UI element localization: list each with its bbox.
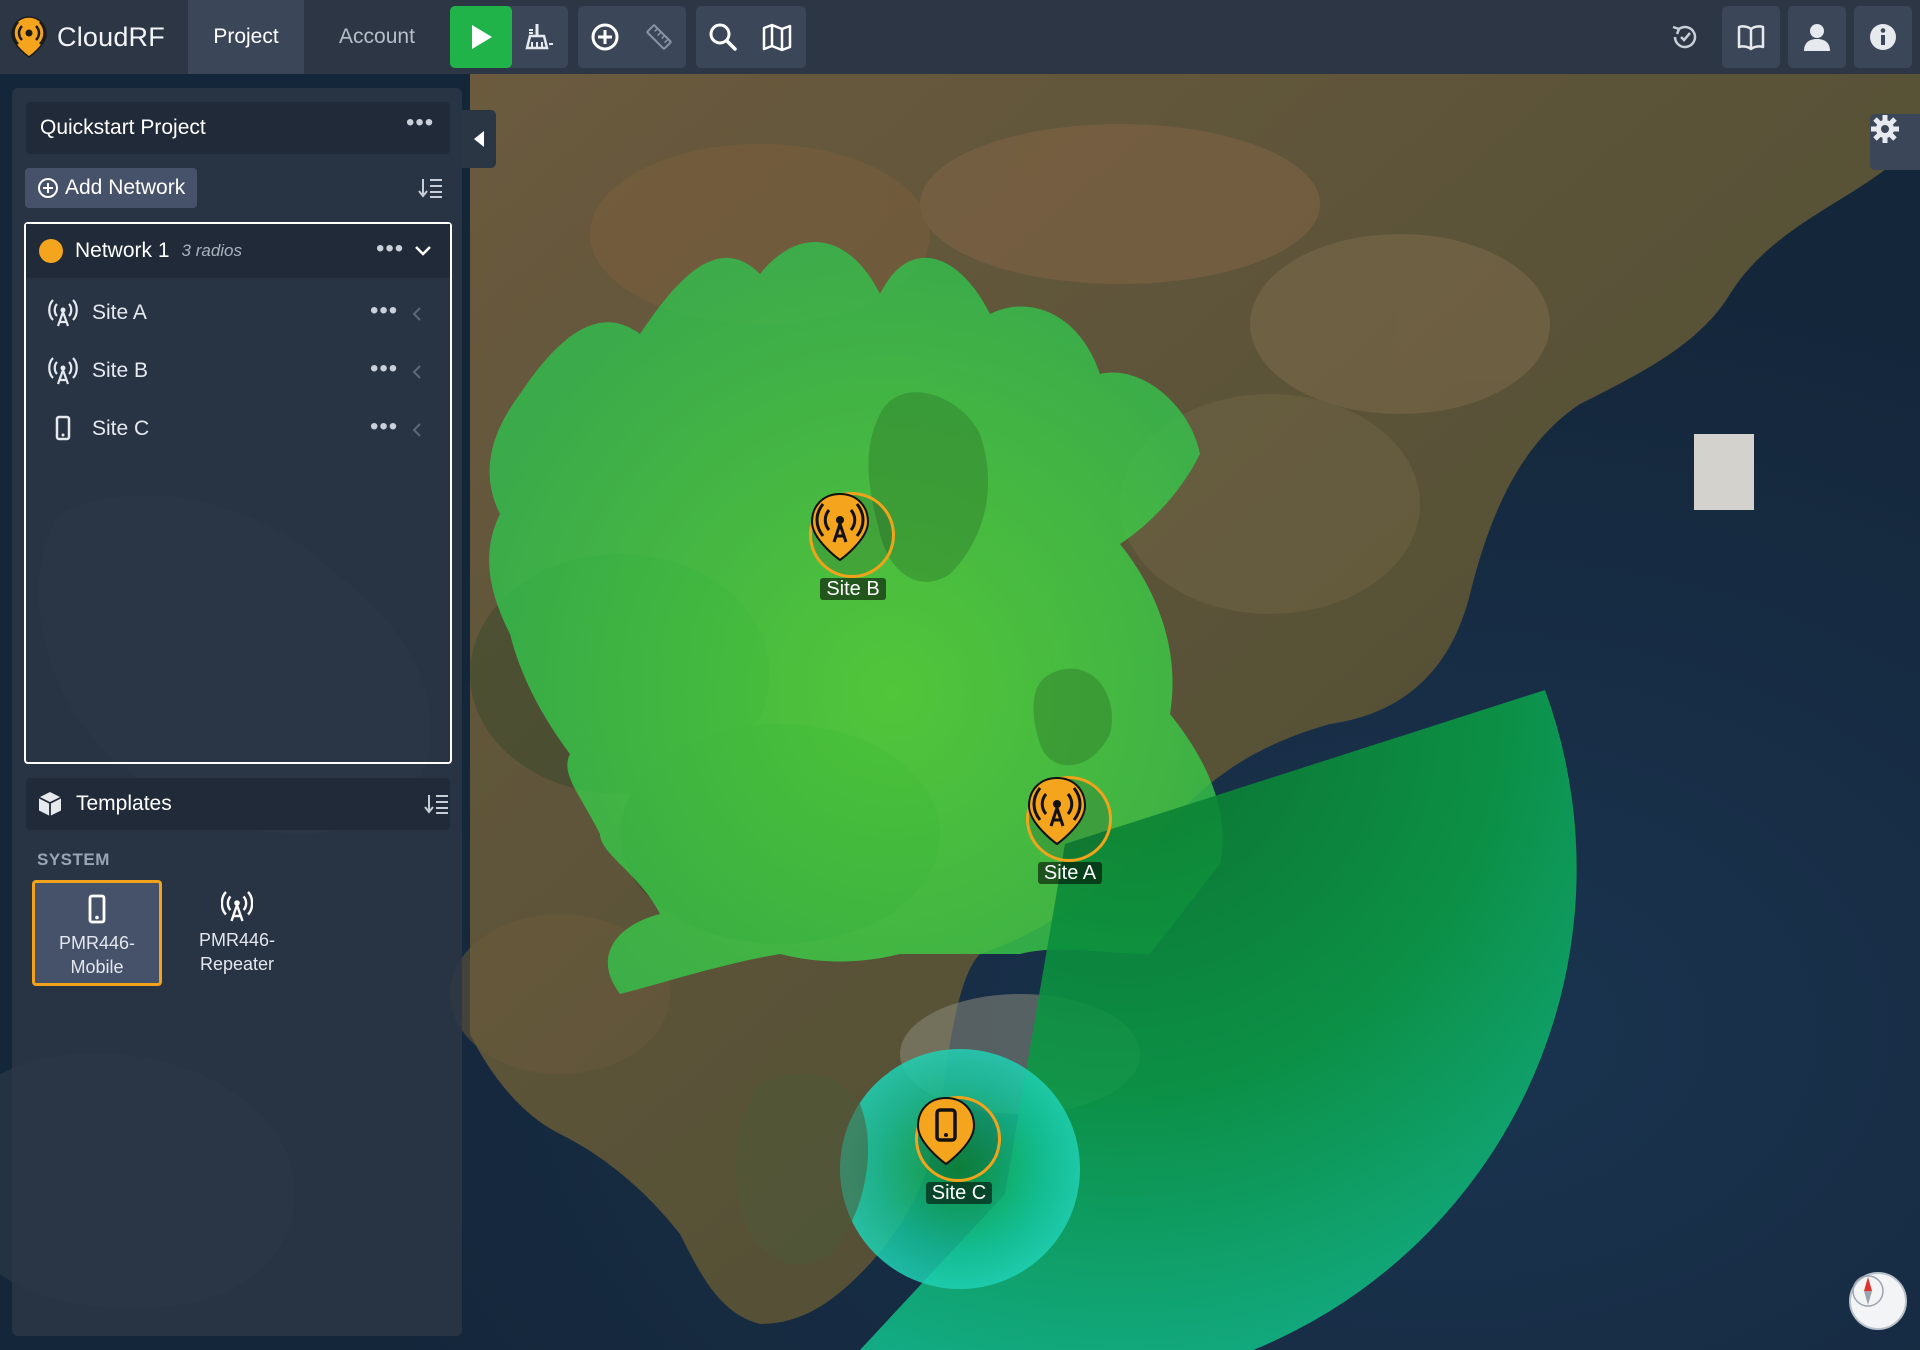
book-icon xyxy=(1737,25,1765,51)
docs-button[interactable] xyxy=(1722,6,1780,68)
template-name: PMR446- Mobile xyxy=(58,933,136,977)
template-name: PMR446- Repeater xyxy=(198,930,276,974)
plus-circle-icon xyxy=(38,178,58,198)
chevron-left-icon[interactable] xyxy=(412,306,422,322)
antenna-icon xyxy=(48,299,78,327)
marker-label: Site B xyxy=(820,578,886,600)
tab-project[interactable]: Project xyxy=(188,0,304,74)
network-panel: Network 1 3 radios ••• Site A ••• Site B… xyxy=(24,222,452,764)
measure-button[interactable] xyxy=(632,6,686,68)
template-card-pmr446-repeater[interactable]: PMR446- Repeater xyxy=(172,880,302,986)
top-bar-right xyxy=(1656,0,1920,74)
run-button[interactable] xyxy=(450,6,512,68)
map-marker-site-c[interactable]: Site C xyxy=(913,1096,1005,1206)
radio-more-icon[interactable]: ••• xyxy=(370,357,398,381)
radio-item-site-a[interactable]: Site A ••• xyxy=(26,284,450,342)
search-button[interactable] xyxy=(696,6,750,68)
chevron-left-icon[interactable] xyxy=(412,364,422,380)
history-icon xyxy=(1672,25,1697,49)
network-color-dot[interactable] xyxy=(39,239,63,263)
marker-label: Site C xyxy=(925,1182,993,1204)
marker-label: Site A xyxy=(1037,862,1103,884)
info-icon xyxy=(1870,24,1896,50)
brand[interactable]: CloudRF xyxy=(0,0,188,74)
mobile-icon xyxy=(55,415,71,441)
radio-name: Site A xyxy=(92,301,147,324)
antenna-icon xyxy=(48,357,78,385)
templates-title: Templates xyxy=(76,792,172,815)
ruler-icon xyxy=(646,24,672,50)
radio-name: Site C xyxy=(92,417,150,440)
user-icon xyxy=(1804,24,1830,51)
top-bar: CloudRF Project Account xyxy=(0,0,1920,74)
radio-more-icon[interactable]: ••• xyxy=(370,299,398,323)
search-icon xyxy=(709,23,737,51)
map-icon xyxy=(762,23,792,52)
radio-item-site-b[interactable]: Site B ••• xyxy=(26,342,450,400)
add-network-button[interactable]: Add Network xyxy=(25,168,197,208)
chevron-down-icon[interactable] xyxy=(414,245,432,257)
add-network-label: Add Network xyxy=(65,176,186,199)
add-toolbar-group xyxy=(578,6,686,68)
cloudrf-logo-icon xyxy=(11,16,47,58)
network-header[interactable]: Network 1 3 radios ••• xyxy=(26,224,450,278)
antenna-icon xyxy=(810,492,870,562)
template-card-pmr446-mobile[interactable]: PMR446- Mobile xyxy=(32,880,162,986)
radio-name: Site B xyxy=(92,359,149,382)
sort-icon[interactable] xyxy=(418,176,444,200)
network-name: Network 1 xyxy=(75,239,170,262)
network-radio-count: 3 radios xyxy=(181,241,243,260)
info-button[interactable] xyxy=(1854,6,1912,68)
cube-icon xyxy=(38,792,62,816)
mobile-icon xyxy=(88,894,106,924)
project-more-icon[interactable]: ••• xyxy=(406,111,434,135)
antenna-icon xyxy=(1027,776,1087,846)
radio-item-site-c[interactable]: Site C ••• xyxy=(26,400,450,458)
search-toolbar-group xyxy=(696,6,806,68)
map-marker-site-a[interactable]: Site A xyxy=(1024,776,1116,886)
sort-icon[interactable] xyxy=(424,792,450,816)
network-more-icon[interactable]: ••• xyxy=(376,237,404,261)
broom-icon xyxy=(525,24,553,50)
compass-button[interactable] xyxy=(1849,1272,1907,1330)
history-button[interactable] xyxy=(1656,6,1714,68)
map-layers-button[interactable] xyxy=(750,6,804,68)
map-marker-site-b[interactable]: Site B xyxy=(807,492,899,602)
project-header: Quickstart Project ••• xyxy=(26,102,450,154)
map-settings-button[interactable] xyxy=(1870,114,1920,170)
chevron-left-icon[interactable] xyxy=(412,422,422,438)
sidebar-collapse-button[interactable] xyxy=(462,110,496,168)
project-sidebar: Quickstart Project ••• Add Network Netwo… xyxy=(12,88,462,1336)
antenna-icon xyxy=(221,891,253,922)
app-name: CloudRF xyxy=(57,21,165,52)
templates-header[interactable]: Templates xyxy=(26,778,450,830)
caret-left-icon xyxy=(474,131,484,147)
clear-button[interactable] xyxy=(512,6,568,68)
mobile-icon xyxy=(916,1096,976,1166)
user-button[interactable] xyxy=(1788,6,1846,68)
run-toolbar-group xyxy=(450,6,568,68)
radio-more-icon[interactable]: ••• xyxy=(370,415,398,439)
templates-section-label: SYSTEM xyxy=(37,850,110,869)
project-title: Quickstart Project xyxy=(40,116,206,139)
add-button[interactable] xyxy=(578,6,632,68)
gear-icon xyxy=(1871,115,1899,143)
compass-icon xyxy=(1852,1275,1884,1307)
plus-circle-icon xyxy=(591,23,619,51)
tab-account[interactable]: Account xyxy=(304,0,450,74)
play-icon xyxy=(472,25,492,49)
